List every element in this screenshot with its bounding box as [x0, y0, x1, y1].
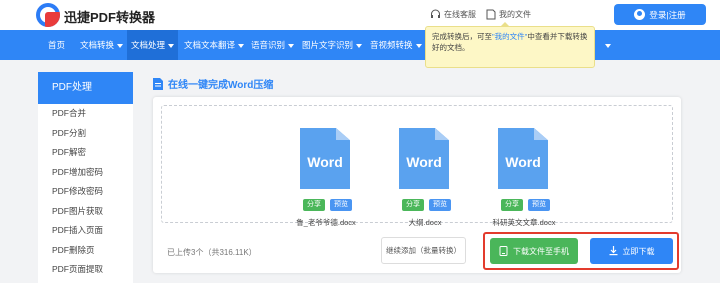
nav-item-doc-convert[interactable]: 文档转换: [76, 30, 127, 60]
document-icon: [153, 77, 163, 90]
file-name: 鲁_老爷爷德.docx: [296, 218, 356, 227]
preview-button[interactable]: 预览: [330, 199, 352, 211]
phone-icon: [499, 246, 508, 256]
sidebar-item-insert-page[interactable]: PDF插入页面: [38, 221, 133, 241]
download-icon: [609, 246, 617, 256]
download-to-phone-button[interactable]: 下载文件至手机: [490, 238, 578, 264]
share-button[interactable]: 分享: [303, 199, 325, 211]
word-file-icon: Word: [498, 128, 548, 189]
share-button[interactable]: 分享: [501, 199, 523, 211]
my-files-label: 我的文件: [499, 10, 531, 19]
top-bar: 迅捷PDF转换器 在线客服 我的文件 登录|注册: [0, 0, 720, 30]
nav-item-home[interactable]: 首页: [44, 30, 69, 60]
chevron-down-icon: [238, 43, 245, 48]
my-files-link[interactable]: 我的文件: [486, 9, 531, 20]
download-highlight-box: 下载文件至手机 立即下载: [483, 232, 679, 270]
main-nav: 首页 文档转换 文档处理 文档文本翻译 语音识别 图片文字识别 音视频转换: [0, 30, 720, 60]
nav-item-ocr[interactable]: 图片文字识别: [298, 30, 366, 60]
file-icon: [486, 9, 496, 20]
headset-icon: [431, 9, 440, 18]
sidebar-item-split[interactable]: PDF分割: [38, 124, 133, 144]
nav-item-more[interactable]: [598, 30, 615, 60]
sidebar-item-merge[interactable]: PDF合并: [38, 104, 133, 124]
chevron-down-icon: [288, 43, 295, 48]
tooltip-link[interactable]: "我的文件": [492, 32, 527, 41]
upload-summary: 已上传3个（共316.11K）: [167, 248, 257, 257]
customer-service-label: 在线客服: [444, 10, 476, 19]
page-title-text: 在线一键完成Word压缩: [168, 80, 274, 91]
sidebar-item-add-password[interactable]: PDF增加密码: [38, 163, 133, 183]
page-title: 在线一键完成Word压缩: [153, 76, 273, 91]
sidebar: PDF处理 PDF合并 PDF分割 PDF解密 PDF增加密码 PDF修改密码 …: [38, 72, 133, 283]
login-button[interactable]: 登录|注册: [614, 4, 706, 25]
my-files-tooltip: 完成转换后，可至"我的文件"中查看并下载转换好的文档。: [425, 22, 595, 68]
chevron-down-icon: [415, 43, 422, 48]
continue-add-button[interactable]: 继续添加（批量转换）: [381, 237, 466, 264]
file-name: 科研英文文章.docx: [492, 218, 556, 227]
sidebar-title: PDF处理: [38, 72, 133, 104]
sidebar-item-extract-page[interactable]: PDF页面提取: [38, 260, 133, 280]
login-label: 登录|注册: [649, 9, 686, 20]
logo-icon[interactable]: [36, 3, 60, 27]
logo-text[interactable]: 迅捷PDF转换器: [64, 7, 155, 26]
word-file-icon: Word: [300, 128, 350, 189]
upload-panel: Word 分享 预览 鲁_老爷爷德.docx Word 分享 预览 大纲.doc…: [153, 97, 681, 273]
nav-item-translate[interactable]: 文档文本翻译: [180, 30, 248, 60]
customer-service-link[interactable]: 在线客服: [430, 9, 476, 20]
preview-button[interactable]: 预览: [429, 199, 451, 211]
user-icon: [634, 9, 646, 20]
chevron-down-icon: [117, 43, 124, 48]
download-now-label: 立即下载: [622, 246, 655, 256]
nav-item-speech[interactable]: 语音识别: [247, 30, 298, 60]
chevron-down-icon: [605, 43, 611, 48]
word-file-icon: Word: [399, 128, 449, 189]
file-name: 大纲.docx: [408, 218, 442, 227]
nav-item-doc-process[interactable]: 文档处理: [127, 30, 179, 60]
sidebar-item-delete-page[interactable]: PDF删除页: [38, 241, 133, 261]
chevron-down-icon: [168, 43, 175, 48]
nav-item-av[interactable]: 音视频转换: [366, 30, 426, 60]
preview-button[interactable]: 预览: [528, 199, 550, 211]
share-button[interactable]: 分享: [402, 199, 424, 211]
file-dropzone[interactable]: Word 分享 预览 鲁_老爷爷德.docx Word 分享 预览 大纲.doc…: [161, 105, 673, 227]
sidebar-item-extract-images[interactable]: PDF图片获取: [38, 202, 133, 222]
sidebar-item-decrypt[interactable]: PDF解密: [38, 143, 133, 163]
sidebar-item-change-password[interactable]: PDF修改密码: [38, 182, 133, 202]
chevron-down-icon: [356, 43, 363, 48]
download-now-button[interactable]: 立即下载: [590, 238, 673, 264]
download-to-phone-label: 下载文件至手机: [513, 246, 569, 256]
